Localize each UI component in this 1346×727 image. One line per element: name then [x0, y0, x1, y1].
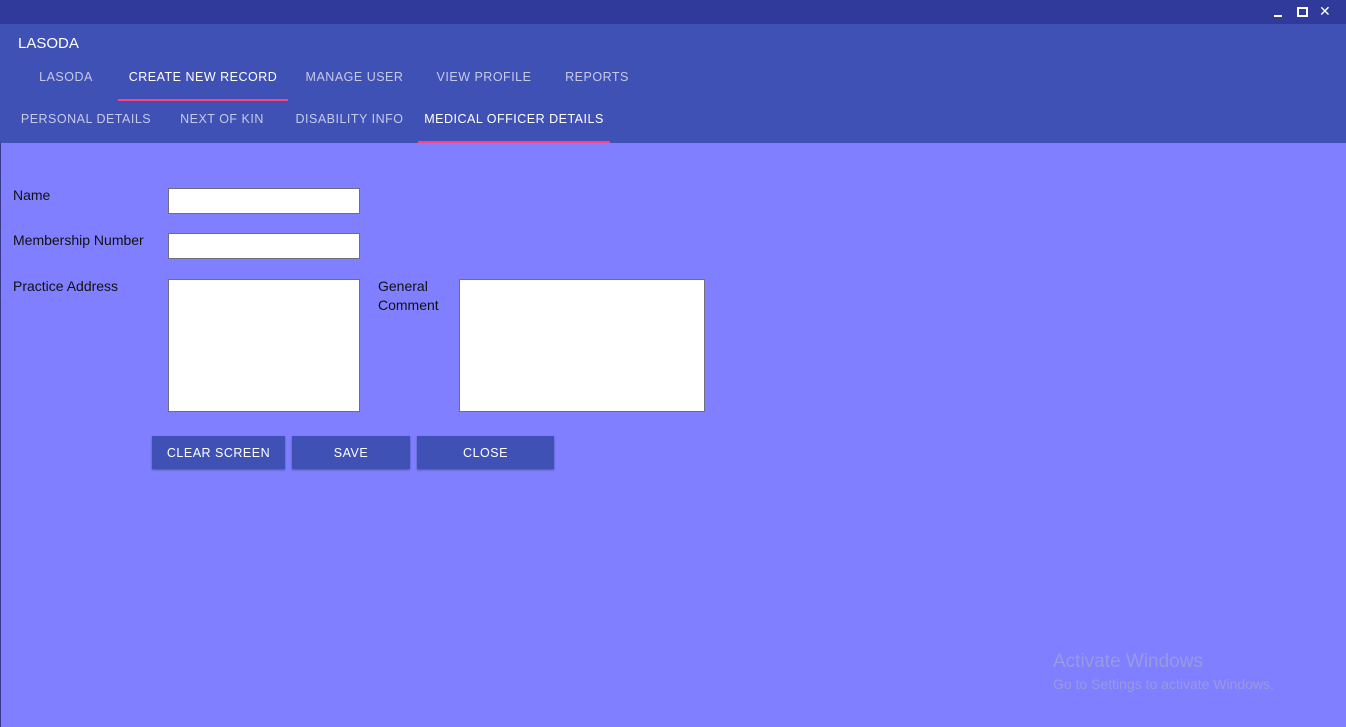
tab-create-new-record[interactable]: CREATE NEW RECORD	[118, 58, 288, 101]
tab-disability-info[interactable]: DISABILITY INFO	[288, 101, 411, 143]
maximize-icon[interactable]	[1291, 3, 1313, 21]
minimize-icon[interactable]	[1267, 3, 1289, 21]
name-input[interactable]	[168, 188, 360, 214]
tab-next-of-kin[interactable]: NEXT OF KIN	[170, 101, 274, 143]
activate-windows-title: Activate Windows	[1053, 651, 1203, 672]
tab-reports[interactable]: REPORTS	[556, 58, 638, 101]
activate-windows-subtitle: Go to Settings to activate Windows.	[1053, 676, 1274, 692]
window-titlebar: ✕	[0, 0, 1346, 24]
membership-number-label: Membership Number	[13, 232, 144, 248]
practice-address-label: Practice Address	[13, 278, 119, 294]
general-comment-textarea[interactable]	[459, 279, 705, 412]
name-label: Name	[13, 187, 51, 203]
save-button[interactable]: SAVE	[292, 436, 410, 469]
app-header: LASODA LASODA CREATE NEW RECORD MANAGE U…	[0, 24, 1346, 143]
close-icon[interactable]: ✕	[1315, 3, 1337, 21]
close-button[interactable]: CLOSE	[417, 436, 554, 469]
general-comment-label: General Comment	[378, 278, 439, 313]
membership-number-input[interactable]	[168, 233, 360, 259]
tab-view-profile[interactable]: VIEW PROFILE	[425, 58, 543, 101]
form-panel: Name Membership Number Practice Address …	[0, 143, 1346, 727]
tab-personal-details[interactable]: PERSONAL DETAILS	[14, 101, 158, 143]
app-title: LASODA	[18, 35, 79, 52]
tab-lasoda[interactable]: LASODA	[24, 58, 108, 101]
tab-medical-officer-details[interactable]: MEDICAL OFFICER DETAILS	[418, 101, 610, 143]
tab-manage-user[interactable]: MANAGE USER	[298, 58, 411, 101]
practice-address-textarea[interactable]	[168, 279, 360, 412]
clear-screen-button[interactable]: CLEAR SCREEN	[152, 436, 285, 469]
